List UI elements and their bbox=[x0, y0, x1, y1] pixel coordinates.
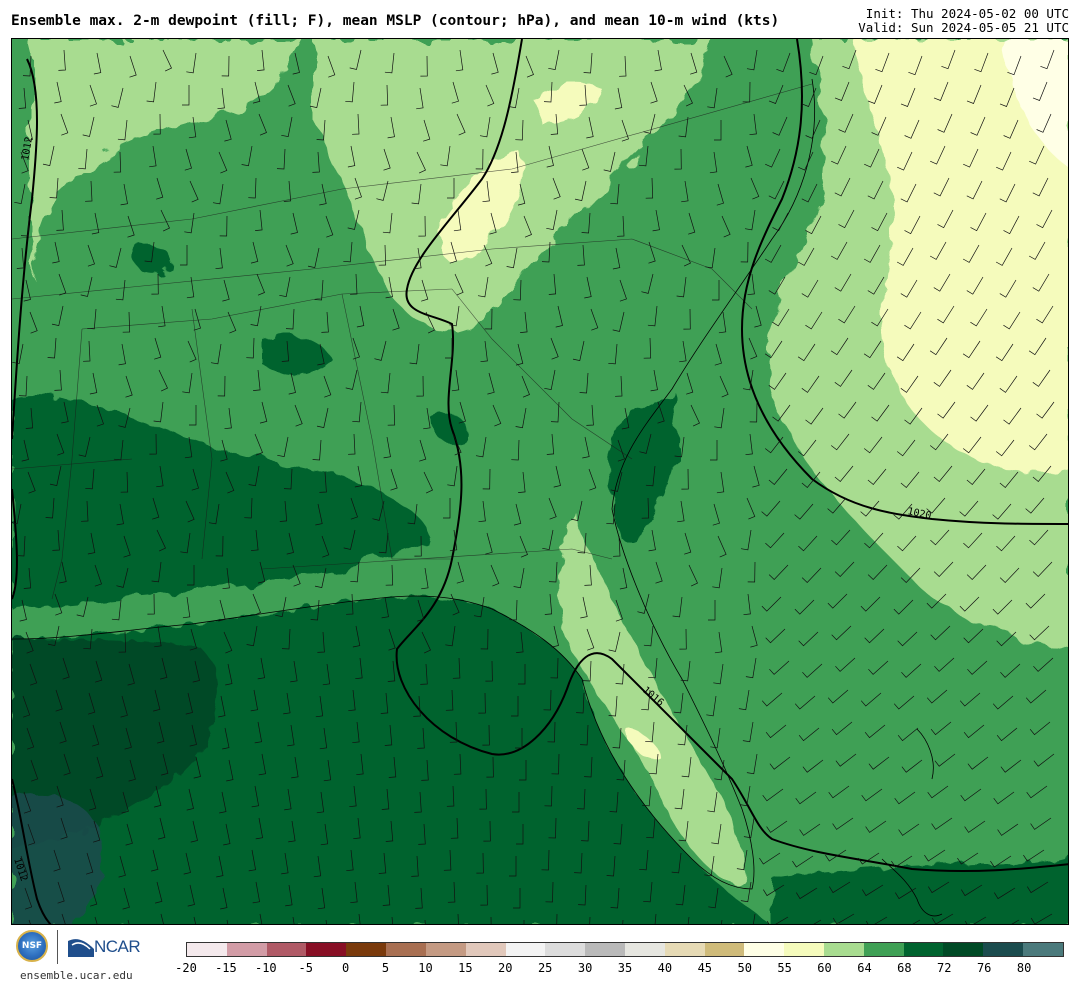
forecast-map: 1012 1016 1020 1012 bbox=[11, 38, 1069, 925]
colorbar-segment bbox=[863, 943, 904, 956]
colorbar-tick-label: 40 bbox=[657, 961, 673, 975]
colorbar-segment bbox=[983, 943, 1024, 956]
colorbar-segment bbox=[386, 943, 426, 956]
plot-title: Ensemble max. 2-m dewpoint (fill; F), me… bbox=[11, 13, 780, 29]
colorbar-tick-label: 76 bbox=[976, 961, 992, 975]
colorbar-segment bbox=[226, 943, 267, 956]
colorbar-tick-label: 30 bbox=[577, 961, 593, 975]
site-url: ensemble.ucar.edu bbox=[20, 969, 133, 982]
colorbar-segment bbox=[1023, 943, 1063, 956]
colorbar-tick-label: 25 bbox=[537, 961, 553, 975]
colorbar-segment bbox=[824, 943, 864, 956]
colorbar-tick-label: 15 bbox=[458, 961, 473, 975]
colorbar-segment bbox=[505, 943, 546, 956]
colorbar-tick-label: 64 bbox=[857, 961, 872, 975]
init-time: Init: Thu 2024-05-02 00 UTC bbox=[865, 6, 1069, 21]
colorbar-tick-label: 45 bbox=[697, 961, 713, 975]
time-info: Init: Thu 2024-05-02 00 UTC Valid: Sun 2… bbox=[858, 7, 1069, 35]
colorbar-tick-label: 68 bbox=[897, 961, 912, 975]
colorbar-segment bbox=[704, 943, 745, 956]
colorbar-segment bbox=[306, 943, 347, 956]
ncar-logo-text: NCAR bbox=[94, 937, 141, 956]
colorbar-tick-label: 60 bbox=[817, 961, 832, 975]
colorbar-tick-label: 80 bbox=[1016, 961, 1032, 975]
colorbar-segment bbox=[465, 943, 506, 956]
colorbar-tick-label: -15 bbox=[215, 961, 237, 975]
colorbar-segment bbox=[744, 943, 785, 956]
colorbar-segment bbox=[346, 943, 387, 956]
colorbar-tick-label: -20 bbox=[175, 961, 197, 975]
map-canvas: 1012 1016 1020 1012 bbox=[12, 39, 1068, 924]
ncar-logo-icon bbox=[68, 939, 94, 957]
colorbar-segment bbox=[187, 943, 227, 956]
colorbar-tick-label: 10 bbox=[418, 961, 433, 975]
colorbar-tick-label: 20 bbox=[498, 961, 513, 975]
colorbar bbox=[186, 942, 1064, 957]
colorbar-segment bbox=[266, 943, 307, 956]
nsf-logo: NSF bbox=[16, 930, 48, 962]
colorbar-tick-label: 35 bbox=[617, 961, 633, 975]
colorbar-tick-label: 50 bbox=[737, 961, 752, 975]
logo-area: NSF NCAR ensemble.ucar.edu bbox=[12, 928, 172, 986]
colorbar-segment bbox=[425, 943, 466, 956]
logo-divider bbox=[57, 930, 58, 964]
colorbar-tick-label: -10 bbox=[254, 961, 277, 975]
colorbar-labels: -20 -15 -10 -5 0 5 10 15 20 25 30 35 40 45 50 55 60 64 68 7… bbox=[175, 961, 1064, 977]
colorbar-segment bbox=[585, 943, 625, 956]
colorbar-segment bbox=[903, 943, 944, 956]
colorbar-tick-label: 5 bbox=[381, 961, 390, 975]
colorbar-segment bbox=[943, 943, 984, 956]
valid-time: Valid: Sun 2024-05-05 21 UTC bbox=[858, 20, 1069, 35]
colorbar-tick-label: -5 bbox=[298, 961, 313, 975]
colorbar-tick-label: 0 bbox=[342, 961, 350, 975]
colorbar-tick-label: 55 bbox=[777, 961, 792, 975]
colorbar-segment bbox=[545, 943, 586, 956]
colorbar-segment bbox=[784, 943, 824, 956]
colorbar-tick-label: 72 bbox=[937, 961, 952, 975]
colorbar-segment bbox=[624, 943, 665, 956]
colorbar-segment bbox=[664, 943, 705, 956]
